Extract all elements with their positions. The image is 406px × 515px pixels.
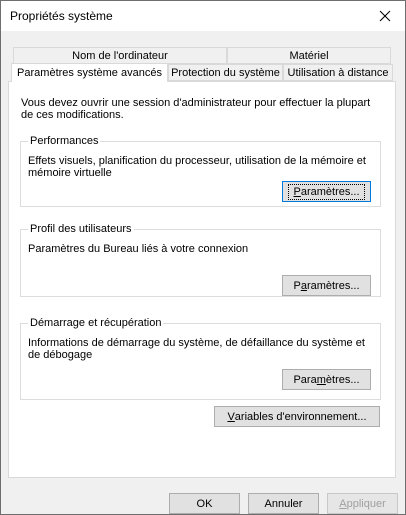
cancel-button[interactable]: Annuler	[248, 493, 319, 514]
group-title: Démarrage et récupération	[28, 317, 164, 329]
group-startup-recovery: Démarrage et récupération Informations d…	[20, 317, 381, 400]
group-description: Informations de démarrage du système, de…	[28, 337, 365, 361]
ok-button[interactable]: OK	[169, 493, 240, 514]
group-title: Profil des utilisateurs	[28, 223, 134, 235]
close-icon	[379, 10, 391, 22]
tab-computer-name[interactable]: Nom de l'ordinateur	[13, 47, 227, 64]
window-title: Propriétés système	[10, 9, 113, 23]
group-performance: Performances Effets visuels, planificati…	[20, 135, 381, 207]
group-description: Paramètres du Bureau liés à votre connex…	[28, 243, 249, 255]
tab-hardware[interactable]: Matériel	[227, 47, 391, 64]
admin-notice: Vous devez ouvrir une session d'administ…	[21, 97, 371, 121]
profiles-settings-button[interactable]: Pa ramètres...	[282, 275, 371, 296]
group-title: Performances	[28, 135, 101, 147]
startup-settings-button[interactable]: Para m ètres...	[282, 369, 371, 390]
tab-remote[interactable]: Utilisation à distance	[283, 64, 393, 81]
group-description: Effets visuels, planification du process…	[28, 155, 366, 179]
tab-system-protection[interactable]: Protection du système	[168, 64, 283, 81]
environment-variables-button[interactable]: Variables d'environnement...	[214, 406, 380, 427]
close-button[interactable]	[365, 1, 405, 31]
performance-settings-button[interactable]: Paramètres...	[282, 181, 371, 202]
tab-advanced-system-settings[interactable]: Paramètres système avancés	[11, 63, 168, 82]
title-bar: Propriétés système	[1, 1, 405, 31]
group-user-profiles: Profil des utilisateurs Paramètres du Bu…	[20, 223, 381, 297]
apply-button[interactable]: Appliquer	[327, 493, 398, 514]
